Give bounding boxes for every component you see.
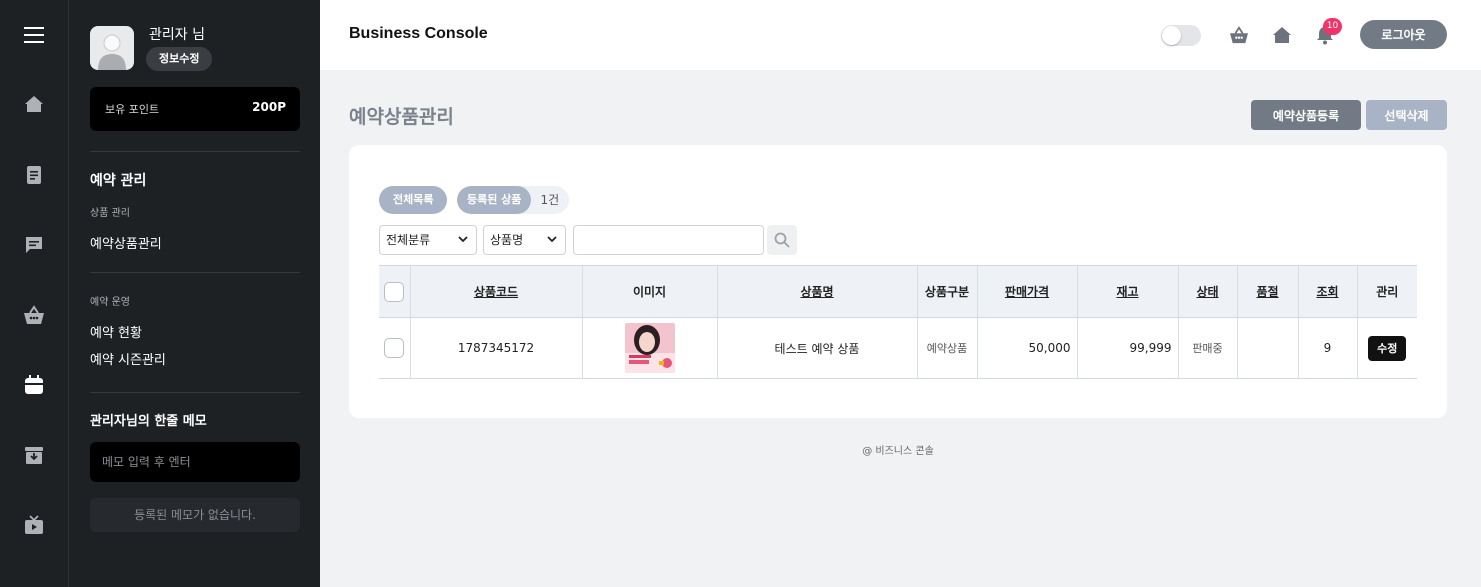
chat-icon[interactable] [22, 233, 46, 257]
divider [90, 392, 300, 393]
column-header: 상품구분 [916, 265, 977, 318]
column-header[interactable]: 상품명 [716, 265, 917, 318]
product-type: 예약상품 [916, 317, 977, 379]
manage-cell: 수정 [1356, 317, 1417, 379]
home-icon[interactable] [1271, 24, 1293, 46]
register-product-button[interactable]: 예약상품등록 [1251, 100, 1361, 130]
delete-selected-button[interactable]: 선택삭제 [1366, 100, 1447, 130]
memo-title: 관리자님의 한줄 메모 [90, 414, 207, 429]
edit-info-button[interactable]: 정보수정 [146, 47, 213, 71]
sidebar: 관리자 님 정보수정 보유 포인트 200P 예약 관리 상품 관리 예약상품관… [69, 0, 320, 587]
theme-toggle[interactable] [1161, 25, 1201, 46]
select-all-cell [379, 265, 410, 318]
product-code: 1787345172 [409, 317, 582, 379]
divider [90, 151, 300, 152]
all-list-button[interactable]: 전체목록 [379, 186, 448, 214]
brand-title: Business Console [349, 25, 488, 42]
registered-products-pill[interactable]: 등록된 상품 1건 [457, 186, 570, 214]
row-select-cell [379, 317, 410, 379]
admin-name: 관리자 님 [149, 27, 205, 43]
column-header[interactable]: 상태 [1177, 265, 1237, 318]
sidebar-item-season-management[interactable]: 예약 시즌관리 [90, 349, 166, 368]
section-sub-product: 상품 관리 [90, 208, 130, 219]
product-table: 상품코드 이미지 상품명 상품구분 판매가격 재고 상태 품절 조회 관리 17… [379, 265, 1417, 379]
search-field-select-value: 상품명 [490, 233, 524, 247]
select-all-checkbox[interactable] [384, 281, 405, 302]
table-header-row: 상품코드 이미지 상품명 상품구분 판매가격 재고 상태 품절 조회 관리 [379, 265, 1417, 318]
icon-rail [0, 0, 69, 587]
column-header[interactable]: 품절 [1236, 265, 1298, 318]
product-views: 9 [1297, 317, 1357, 379]
tv-icon[interactable] [22, 513, 46, 537]
column-header: 이미지 [581, 265, 717, 318]
search-field-select[interactable]: 상품명 [483, 225, 566, 255]
column-header[interactable]: 조회 [1297, 265, 1357, 318]
product-list-card: 전체목록 등록된 상품 1건 전체분류 상품명 상품코드 이미지 상품명 상품구… [349, 145, 1447, 418]
basket-icon[interactable] [22, 303, 46, 327]
notification-badge: 10 [1323, 18, 1342, 35]
search-input[interactable] [573, 225, 764, 255]
product-thumbnail[interactable] [624, 323, 675, 373]
product-stock: 99,999 [1076, 317, 1178, 379]
memo-input[interactable] [90, 442, 300, 482]
product-image-cell [581, 317, 717, 379]
category-select[interactable]: 전체분류 [379, 225, 477, 255]
search-icon [774, 232, 790, 248]
chevron-down-icon [546, 226, 558, 264]
column-header[interactable]: 재고 [1076, 265, 1178, 318]
home-icon[interactable] [22, 92, 46, 116]
registered-label: 등록된 상품 [457, 186, 532, 214]
divider [90, 272, 300, 273]
avatar[interactable] [90, 26, 134, 70]
page-title: 예약상품관리 [349, 106, 454, 128]
row-checkbox[interactable] [384, 338, 405, 358]
top-bar: Business Console 10 로그아웃 [320, 0, 1481, 70]
menu-icon[interactable] [22, 23, 46, 47]
column-header: 관리 [1356, 265, 1417, 318]
registered-count: 1건 [540, 193, 560, 207]
category-select-value: 전체분류 [386, 233, 431, 247]
archive-icon[interactable] [22, 443, 46, 467]
column-header[interactable]: 상품코드 [409, 265, 582, 318]
document-icon[interactable] [22, 163, 46, 187]
section-title-reservation[interactable]: 예약 관리 [90, 170, 146, 190]
column-header[interactable]: 판매가격 [976, 265, 1077, 318]
product-status: 판매중 [1177, 317, 1237, 379]
points-box: 보유 포인트 200P [90, 87, 300, 131]
chevron-down-icon [457, 226, 469, 264]
calendar-icon[interactable] [22, 373, 46, 397]
memo-empty-message: 등록된 메모가 없습니다. [90, 498, 300, 532]
edit-button[interactable]: 수정 [1368, 335, 1407, 361]
product-name[interactable]: 테스트 예약 상품 [716, 317, 917, 379]
footer-text: @ 비즈니스 콘솔 [862, 446, 934, 457]
sidebar-item-reservation-products[interactable]: 예약상품관리 [90, 233, 162, 252]
search-button[interactable] [767, 225, 797, 255]
cart-icon[interactable] [1228, 24, 1250, 46]
section-sub-operation: 예약 운영 [90, 297, 130, 308]
sidebar-item-reservation-status[interactable]: 예약 현황 [90, 322, 142, 341]
table-row: 1787345172 테스트 예약 상품 예약상품 50,000 99,999 … [379, 317, 1417, 379]
product-soldout [1236, 317, 1298, 379]
user-silhouette-icon [98, 34, 126, 70]
logout-button[interactable]: 로그아웃 [1360, 20, 1447, 49]
points-label: 보유 포인트 [105, 103, 160, 116]
points-value: 200P [252, 100, 286, 114]
product-price: 50,000 [976, 317, 1077, 379]
toggle-knob [1162, 26, 1181, 45]
